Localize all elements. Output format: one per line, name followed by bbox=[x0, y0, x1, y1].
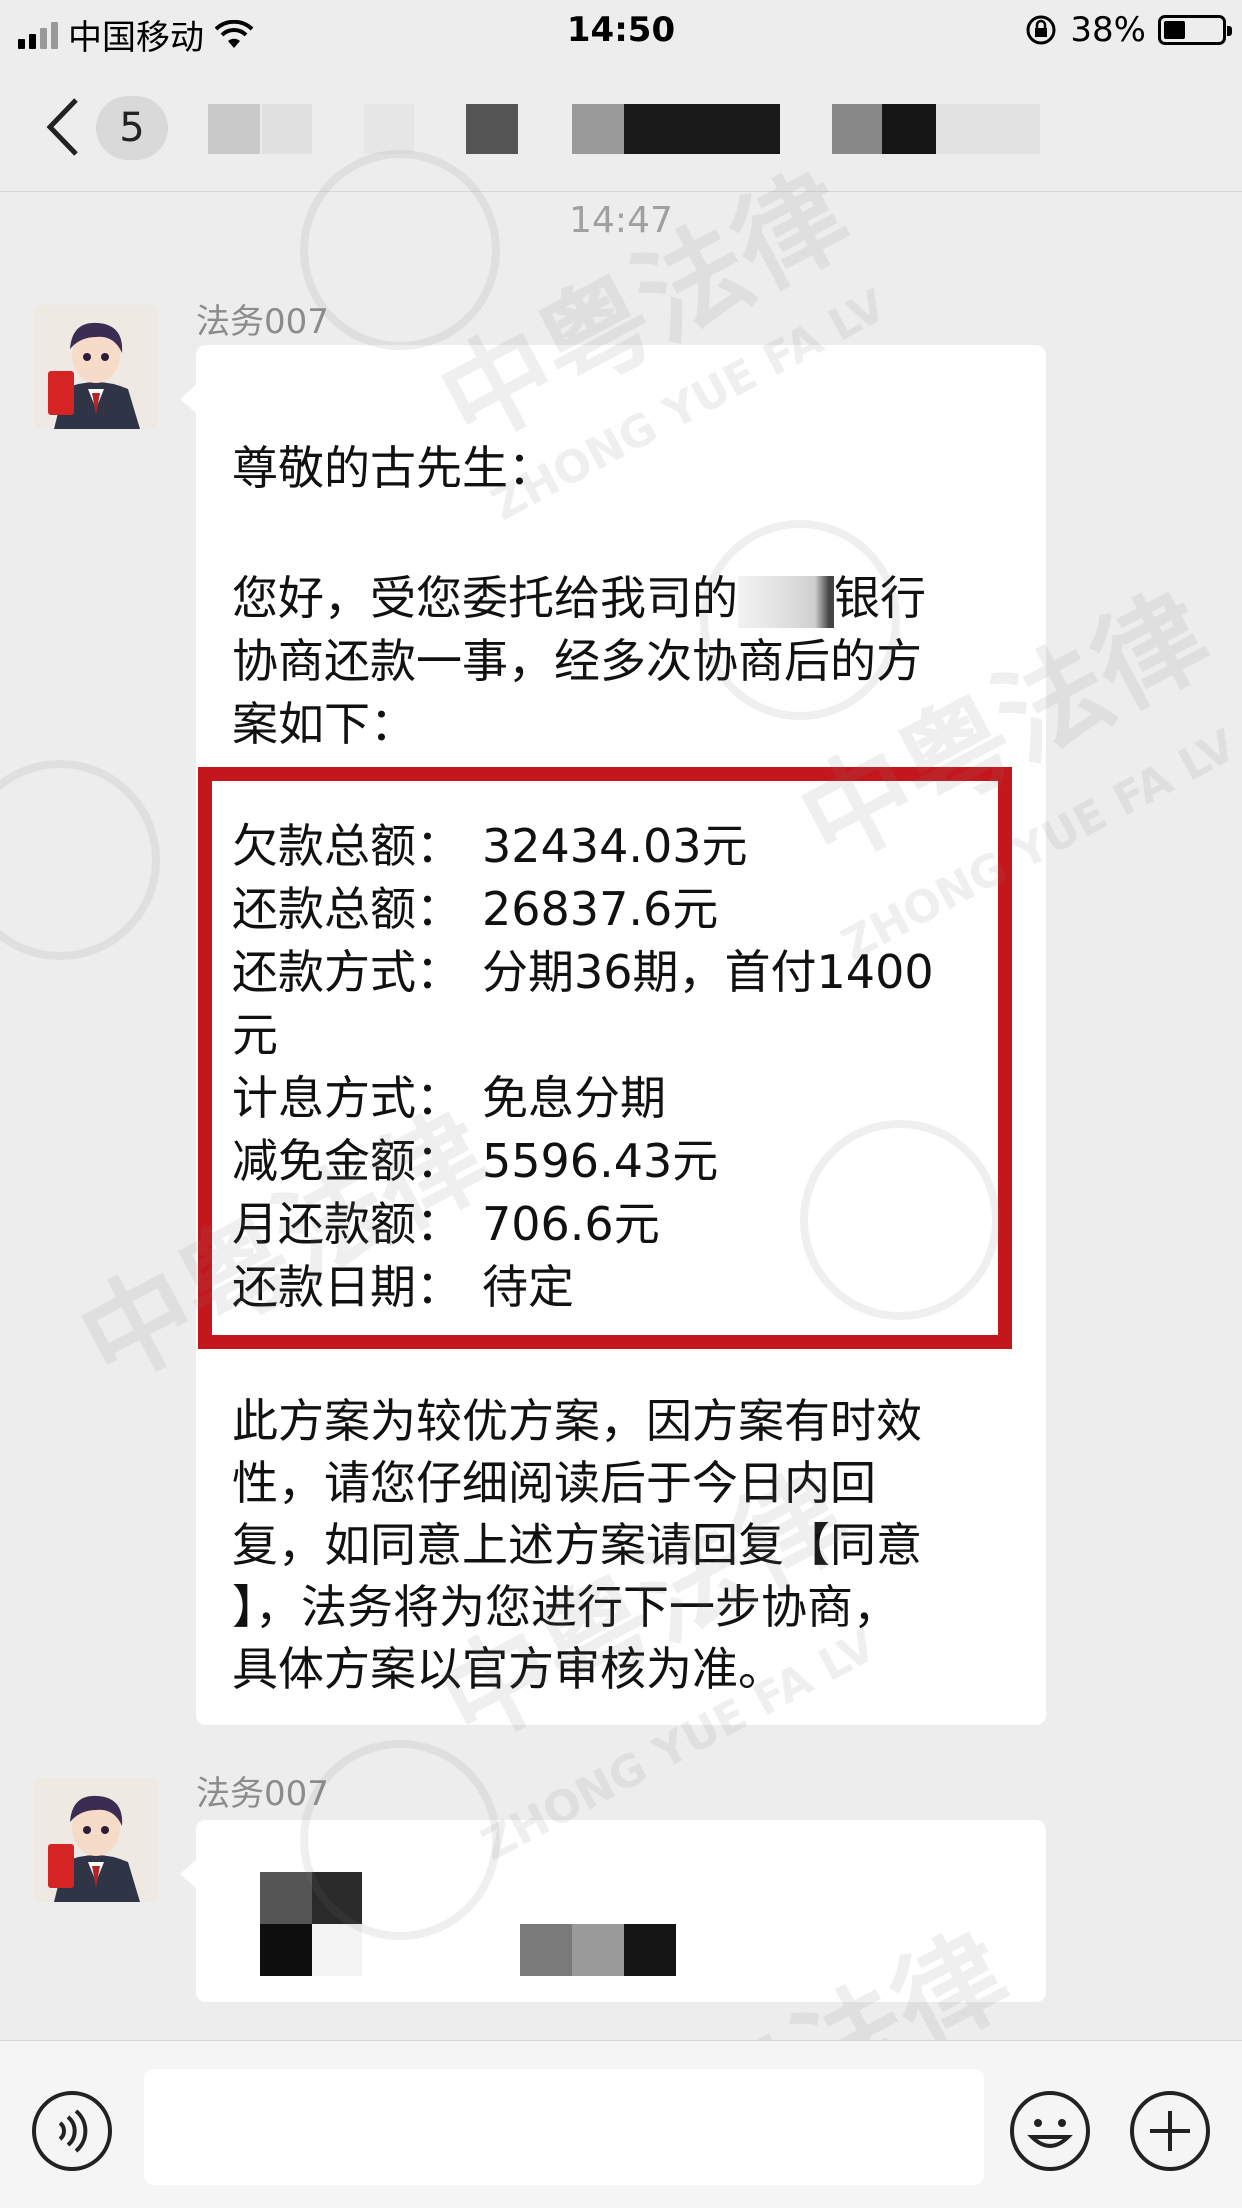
sender-avatar[interactable] bbox=[34, 305, 158, 429]
closing-line: 复，如同意上述方案请回复【同意 bbox=[232, 1518, 922, 1572]
redacted-block bbox=[312, 1872, 362, 1924]
chat-input-bar bbox=[0, 2040, 1242, 2208]
detail-value: 分期36期，首付1400 bbox=[482, 945, 934, 999]
intro-part-1: 您好，受您委托给我司的 bbox=[232, 571, 738, 625]
detail-label: 计息方式： bbox=[232, 1071, 462, 1125]
battery-fill bbox=[1164, 21, 1186, 39]
rotation-lock-icon bbox=[1026, 15, 1056, 45]
message-bubble-redacted[interactable] bbox=[180, 1820, 1046, 2002]
closing-text: 此方案为较优方案，因方案有时效 性，请您仔细阅读后于今日内回 复，如同意上述方案… bbox=[232, 1390, 922, 1700]
detail-line: 欠款总额： 32434.03元 bbox=[232, 815, 934, 878]
greeting-text: 尊敬的古先生： bbox=[232, 441, 554, 495]
detail-line: 还款方式： 分期36期，首付1400 bbox=[232, 941, 934, 1004]
status-right: 38% bbox=[1024, 10, 1232, 50]
chat-header: 5 bbox=[0, 62, 1242, 192]
detail-line: 计息方式： 免息分期 bbox=[232, 1067, 934, 1130]
avatar-lawyer-icon bbox=[34, 1778, 158, 1902]
status-bar: 中国移动 14:50 38% bbox=[0, 0, 1242, 62]
intro-line-1: 您好，受您委托给我司的 银行 bbox=[232, 567, 926, 629]
detail-line: 元 bbox=[232, 1004, 934, 1067]
watermark-seal bbox=[0, 760, 160, 960]
detail-label: 月还款额： bbox=[232, 1197, 462, 1251]
sender-name: 法务007 bbox=[196, 302, 329, 342]
message-timestamp: 14:47 bbox=[569, 200, 673, 241]
closing-line: 此方案为较优方案，因方案有时效 bbox=[232, 1394, 922, 1448]
voice-icon[interactable] bbox=[30, 2089, 114, 2173]
detail-value: 32434.03元 bbox=[482, 819, 748, 873]
back-icon[interactable] bbox=[40, 92, 90, 162]
redacted-block bbox=[520, 1924, 572, 1976]
closing-line: 性，请您仔细阅读后于今日内回 bbox=[232, 1456, 876, 1510]
detail-value: 706.6元 bbox=[482, 1197, 660, 1251]
emoji-icon[interactable] bbox=[1008, 2089, 1092, 2173]
detail-label: 欠款总额： bbox=[232, 819, 462, 873]
detail-value: 5596.43元 bbox=[482, 1134, 719, 1188]
battery-percent: 38% bbox=[1070, 10, 1146, 50]
intro-line-2: 协商还款一事，经多次协商后的方 bbox=[232, 634, 922, 688]
unread-count-badge[interactable]: 5 bbox=[96, 96, 168, 160]
detail-label: 还款日期： bbox=[232, 1260, 462, 1314]
intro-part-2: 银行 bbox=[834, 571, 926, 625]
detail-value: 免息分期 bbox=[482, 1071, 666, 1125]
sender-avatar[interactable] bbox=[34, 1778, 158, 1902]
message-input[interactable] bbox=[144, 2069, 984, 2185]
plus-icon[interactable] bbox=[1128, 2089, 1212, 2173]
closing-line: 具体方案以官方审核为准。 bbox=[232, 1642, 784, 1696]
detail-value: 元 bbox=[232, 1008, 278, 1062]
battery-icon bbox=[1158, 15, 1232, 45]
detail-label: 还款总额： bbox=[232, 882, 462, 936]
detail-line: 月还款额： 706.6元 bbox=[232, 1193, 934, 1256]
redacted-block bbox=[260, 1924, 312, 1976]
closing-line: 】，法务将为您进行下一步协商， bbox=[232, 1580, 899, 1634]
detail-label: 减免金额： bbox=[232, 1134, 462, 1188]
detail-line: 还款总额： 26837.6元 bbox=[232, 878, 934, 941]
redacted-block bbox=[260, 1872, 312, 1924]
message-bubble[interactable]: 尊敬的古先生： 您好，受您委托给我司的 银行 协商还款一事，经多次协商后的方 案如… bbox=[180, 345, 1046, 1725]
detail-value: 待定 bbox=[482, 1260, 574, 1314]
redacted-block bbox=[572, 1924, 624, 1976]
avatar-lawyer-icon bbox=[34, 305, 158, 429]
bank-name-redacted bbox=[738, 575, 834, 628]
detail-line: 减免金额： 5596.43元 bbox=[232, 1130, 934, 1193]
intro-line-3: 案如下： bbox=[232, 697, 416, 751]
detail-line: 还款日期： 待定 bbox=[232, 1256, 934, 1319]
plan-details-list: 欠款总额： 32434.03元 还款总额： 26837.6元 还款方式： 分期36期，… bbox=[232, 815, 934, 1319]
sender-name: 法务007 bbox=[196, 1774, 329, 1814]
redacted-block bbox=[312, 1924, 362, 1976]
detail-value: 26837.6元 bbox=[482, 882, 719, 936]
redacted-block bbox=[624, 1924, 676, 1976]
detail-label: 还款方式： bbox=[232, 945, 462, 999]
